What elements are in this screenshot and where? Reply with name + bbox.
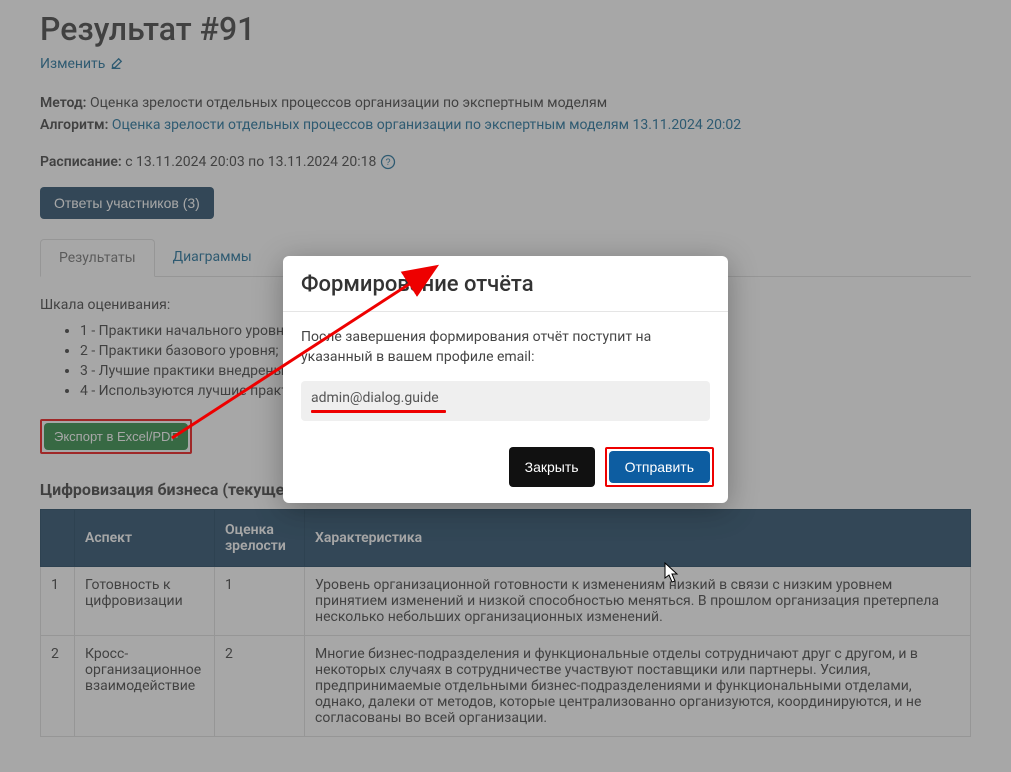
close-button[interactable]: Закрыть [509, 447, 595, 487]
email-field: admin@dialog.guide [301, 381, 710, 421]
modal-body: После завершения формирования отчёт пост… [283, 312, 728, 437]
modal-overlay[interactable]: Формирование отчёта После завершения фор… [0, 0, 1011, 772]
send-button[interactable]: Отправить [609, 451, 710, 483]
modal-footer: Закрыть Отправить [283, 437, 728, 503]
export-modal: Формирование отчёта После завершения фор… [283, 256, 728, 503]
modal-title: Формирование отчёта [283, 256, 728, 312]
email-value: admin@dialog.guide [311, 390, 439, 406]
send-highlight: Отправить [605, 447, 714, 487]
annotation-underline [311, 410, 446, 413]
modal-text: После завершения формирования отчёт пост… [301, 328, 710, 367]
